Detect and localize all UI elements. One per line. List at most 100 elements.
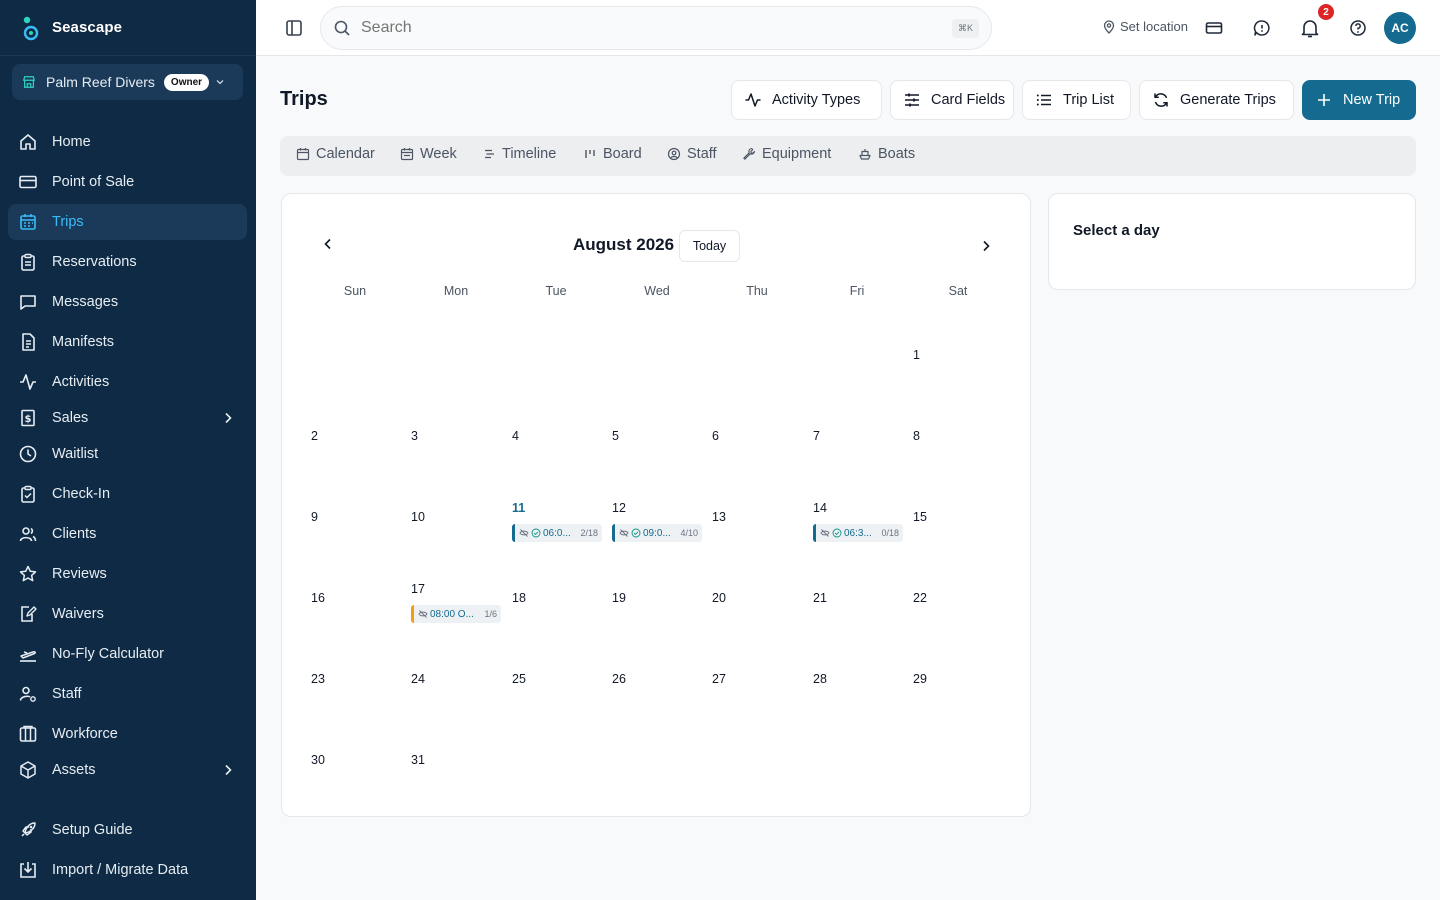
star-icon bbox=[18, 564, 38, 584]
calendar-day[interactable]: 13 bbox=[712, 510, 726, 524]
calendar-day[interactable]: 20 bbox=[712, 591, 726, 605]
search-bar[interactable]: ⌘K bbox=[320, 6, 992, 50]
bell-icon[interactable] bbox=[1298, 16, 1322, 40]
user-circle-icon bbox=[667, 147, 681, 161]
list-icon bbox=[1035, 91, 1053, 109]
sidebar-item-assets[interactable]: Assets bbox=[8, 752, 247, 788]
calendar-day[interactable]: 27 bbox=[712, 672, 726, 686]
calendar-day[interactable]: 30 bbox=[311, 753, 325, 767]
calendar-day[interactable]: 7 bbox=[813, 429, 820, 443]
tab-timeline[interactable]: Timeline bbox=[482, 146, 556, 162]
clipboard-check-icon bbox=[18, 484, 38, 504]
calendar-day[interactable]: 5 bbox=[612, 429, 619, 443]
sidebar-item-reservations[interactable]: Reservations bbox=[8, 244, 247, 280]
org-switcher[interactable]: Palm Reef Divers Owner bbox=[12, 64, 243, 100]
calendar-day[interactable]: 3 bbox=[411, 429, 418, 443]
calendar-day[interactable]: 25 bbox=[512, 672, 526, 686]
calendar-day[interactable]: 8 bbox=[913, 429, 920, 443]
today-button[interactable]: Today bbox=[679, 230, 740, 262]
sidebar-item-sales[interactable]: $ Sales bbox=[8, 400, 247, 436]
calendar-day[interactable]: 2 bbox=[311, 429, 318, 443]
chevron-right-icon[interactable] bbox=[978, 238, 994, 254]
sidebar-item-messages[interactable]: Messages bbox=[8, 284, 247, 320]
tab-label: Staff bbox=[687, 146, 717, 162]
sidebar-item-home[interactable]: Home bbox=[8, 124, 247, 160]
sidebar-item-waitlist[interactable]: Waitlist bbox=[8, 436, 247, 472]
sidebar-item-label: Messages bbox=[52, 294, 119, 310]
calendar-day[interactable]: 4 bbox=[512, 429, 519, 443]
sidebar-item-trips[interactable]: Trips bbox=[8, 204, 247, 240]
tab-boats[interactable]: Boats bbox=[858, 146, 915, 162]
help-icon[interactable] bbox=[1346, 16, 1370, 40]
calendar-day[interactable]: 19 bbox=[612, 591, 626, 605]
trip-list-button[interactable]: Trip List bbox=[1022, 80, 1131, 120]
calendar-day[interactable]: 17 bbox=[411, 582, 425, 596]
calendar-day[interactable]: 10 bbox=[411, 510, 425, 524]
calendar-day[interactable]: 16 bbox=[311, 591, 325, 605]
calendar-day[interactable]: 24 bbox=[411, 672, 425, 686]
calendar-day[interactable]: 6 bbox=[712, 429, 719, 443]
chevron-right-icon bbox=[225, 412, 232, 424]
sidebar-item-activities[interactable]: Activities bbox=[8, 364, 247, 400]
calendar-day[interactable]: 9 bbox=[311, 510, 318, 524]
sidebar-item-waivers[interactable]: Waivers bbox=[8, 596, 247, 632]
trip-chip[interactable]: 06:3... 0/18 bbox=[813, 524, 903, 542]
sidebar-item-clients[interactable]: Clients bbox=[8, 516, 247, 552]
generate-trips-button[interactable]: Generate Trips bbox=[1139, 80, 1294, 120]
weekday-header: Thu bbox=[746, 284, 768, 298]
panel-toggle-icon[interactable] bbox=[284, 18, 304, 38]
calendar-day[interactable]: 21 bbox=[813, 591, 827, 605]
sidebar-item-no-fly-calculator[interactable]: No-Fly Calculator bbox=[8, 636, 247, 672]
document-icon bbox=[18, 332, 38, 352]
calendar-day[interactable]: 29 bbox=[913, 672, 927, 686]
tab-calendar[interactable]: Calendar bbox=[296, 146, 375, 162]
activity-icon bbox=[18, 372, 38, 392]
sidebar-item-import-migrate[interactable]: Import / Migrate Data bbox=[8, 852, 247, 888]
set-location-button[interactable]: Set location bbox=[1102, 19, 1188, 34]
calendar-day[interactable]: 31 bbox=[411, 753, 425, 767]
card-fields-button[interactable]: Card Fields bbox=[890, 80, 1014, 120]
calendar-day[interactable]: 12 bbox=[612, 501, 626, 515]
avatar[interactable]: AC bbox=[1384, 12, 1416, 44]
brand[interactable]: Seascape bbox=[0, 0, 256, 56]
card-reader-icon[interactable] bbox=[1202, 16, 1226, 40]
page-title: Trips bbox=[280, 88, 328, 110]
trip-chip[interactable]: 08:00 O... 1/6 bbox=[411, 605, 501, 623]
calendar-day[interactable]: 26 bbox=[612, 672, 626, 686]
tab-week[interactable]: Week bbox=[400, 146, 457, 162]
weekday-header: Tue bbox=[545, 284, 567, 298]
calendar-day[interactable]: 15 bbox=[913, 510, 927, 524]
calendar-day[interactable]: 1 bbox=[913, 348, 920, 362]
tab-board[interactable]: Board bbox=[583, 146, 642, 162]
wrench-icon bbox=[742, 147, 756, 161]
sidebar-item-reviews[interactable]: Reviews bbox=[8, 556, 247, 592]
search-input[interactable] bbox=[361, 19, 921, 37]
calendar-day[interactable]: 18 bbox=[512, 591, 526, 605]
activity-types-label: Activity Types bbox=[772, 92, 861, 108]
activity-types-button[interactable]: Activity Types bbox=[731, 80, 882, 120]
chevron-left-icon[interactable] bbox=[320, 236, 336, 252]
trip-chip[interactable]: 09:0... 4/10 bbox=[612, 524, 702, 542]
calendar-day[interactable]: 14 bbox=[813, 501, 827, 515]
tab-equipment[interactable]: Equipment bbox=[742, 146, 831, 162]
tab-staff[interactable]: Staff bbox=[667, 146, 717, 162]
calendar-day[interactable]: 22 bbox=[913, 591, 927, 605]
tab-label: Board bbox=[603, 146, 642, 162]
receipt-icon: $ bbox=[18, 408, 38, 428]
users-icon bbox=[18, 524, 38, 544]
calendar-day[interactable]: 23 bbox=[311, 672, 325, 686]
sidebar-item-staff[interactable]: Staff bbox=[8, 676, 247, 712]
check-circle-icon bbox=[631, 528, 641, 538]
sidebar-item-point-of-sale[interactable]: Point of Sale bbox=[8, 164, 247, 200]
sidebar: Seascape Palm Reef Divers Owner Home Poi… bbox=[0, 0, 256, 900]
sidebar-item-check-in[interactable]: Check-In bbox=[8, 476, 247, 512]
sidebar-item-setup-guide[interactable]: Setup Guide bbox=[8, 812, 247, 848]
calendar-week-icon bbox=[400, 147, 414, 161]
sidebar-item-manifests[interactable]: Manifests bbox=[8, 324, 247, 360]
new-trip-button[interactable]: New Trip bbox=[1302, 80, 1416, 120]
trip-chip[interactable]: 06:0... 2/18 bbox=[512, 524, 602, 542]
calendar-day[interactable]: 28 bbox=[813, 672, 827, 686]
calendar-day[interactable]: 11 bbox=[512, 501, 525, 515]
sidebar-item-workforce[interactable]: Workforce bbox=[8, 716, 247, 752]
feedback-icon[interactable] bbox=[1250, 16, 1274, 40]
